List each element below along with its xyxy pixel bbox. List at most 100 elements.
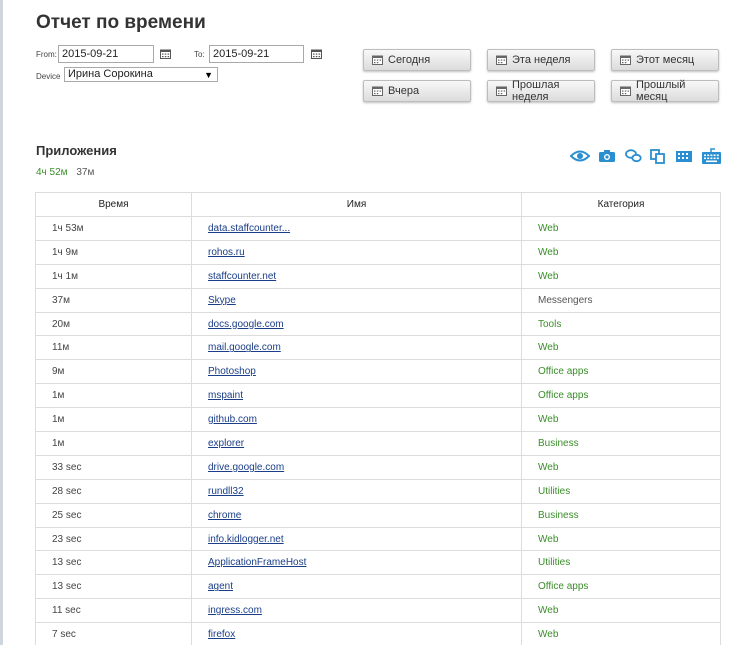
table-row: 13 sec ApplicationFrameHost Utilities: [35, 550, 721, 576]
cell-time: 1ч 53м: [35, 216, 192, 241]
cell-name: ApplicationFrameHost: [191, 550, 522, 576]
last-week-button[interactable]: Прошлая неделя: [487, 79, 595, 103]
applications-table: Время Имя Категория 1ч 53м data.staffcoun…: [35, 192, 721, 645]
app-name-link[interactable]: github.com: [208, 414, 257, 425]
app-name-link[interactable]: rohos.ru: [208, 247, 245, 258]
from-label: From:: [36, 50, 57, 59]
cell-category: Tools: [521, 311, 721, 337]
cell-time: 11 sec: [35, 598, 192, 624]
to-label: To:: [194, 50, 205, 59]
table-row: 23 sec info.kidlogger.net Web: [35, 526, 721, 552]
calendar-icon: [372, 55, 383, 65]
table-row: 1ч 53м data.staffcounter... Web: [35, 216, 721, 241]
totals: 4ч 52м 37м: [36, 167, 94, 178]
left-edge-rule: [0, 0, 3, 645]
app-name-link[interactable]: ApplicationFrameHost: [208, 557, 306, 568]
column-header-category[interactable]: Категория: [521, 192, 721, 217]
cell-name: chrome: [191, 502, 522, 528]
app-name-link[interactable]: info.kidlogger.net: [208, 534, 284, 545]
app-name-link[interactable]: drive.google.com: [208, 462, 284, 473]
app-name-link[interactable]: chrome: [208, 510, 241, 521]
app-name-link[interactable]: Photoshop: [208, 366, 256, 377]
cell-time: 1ч 1м: [35, 263, 192, 289]
app-name-link[interactable]: Skype: [208, 295, 236, 306]
total-active-time: 4ч 52м: [36, 167, 68, 178]
cell-name: agent: [191, 574, 522, 600]
app-name-link[interactable]: docs.google.com: [208, 319, 284, 330]
copy-icon[interactable]: [650, 148, 666, 164]
app-name-link[interactable]: explorer: [208, 438, 244, 449]
cell-time: 33 sec: [35, 454, 192, 480]
yesterday-button-label: Вчера: [388, 85, 420, 97]
calendar-icon[interactable]: [160, 49, 171, 59]
app-name-link[interactable]: firefox: [208, 629, 235, 640]
calendar-icon[interactable]: [311, 49, 322, 59]
page-title: Отчет по времени: [36, 12, 206, 33]
chat-icon[interactable]: [624, 149, 642, 163]
cell-name: explorer: [191, 431, 522, 456]
cell-category: Web: [521, 598, 721, 624]
last-month-button[interactable]: Прошлый месяц: [611, 79, 719, 103]
table-row: 9м Photoshop Office apps: [35, 359, 721, 385]
cell-category: Web: [521, 335, 721, 361]
cell-category: Office apps: [521, 383, 721, 409]
app-name-link[interactable]: rundll32: [208, 486, 244, 497]
calendar-icon: [496, 55, 507, 65]
cell-time: 1м: [35, 431, 192, 456]
cell-category: Web: [521, 454, 721, 480]
device-select[interactable]: Ирина Сорокина ▼: [64, 67, 218, 82]
app-name-link[interactable]: data.staffcounter...: [208, 223, 290, 234]
table-row: 1м explorer Business: [35, 431, 721, 456]
device-select-value: Ирина Сорокина: [68, 68, 153, 80]
eye-icon[interactable]: [570, 150, 590, 162]
table-row: 1м mspaint Office apps: [35, 383, 721, 409]
cell-name: rohos.ru: [191, 239, 522, 265]
cell-name: staffcounter.net: [191, 263, 522, 289]
from-date-input[interactable]: [58, 45, 154, 63]
this-week-button[interactable]: Эта неделя: [487, 49, 595, 71]
app-name-link[interactable]: staffcounter.net: [208, 271, 276, 282]
cell-time: 13 sec: [35, 550, 192, 576]
app-name-link[interactable]: ingress.com: [208, 605, 262, 616]
to-date-input[interactable]: [209, 45, 304, 63]
column-header-time[interactable]: Время: [35, 192, 192, 217]
cell-time: 37м: [35, 287, 192, 313]
cell-time: 1м: [35, 383, 192, 409]
total-other-time: 37м: [76, 167, 95, 178]
yesterday-button[interactable]: Вчера: [363, 80, 471, 102]
cell-category: Office apps: [521, 574, 721, 600]
cell-name: docs.google.com: [191, 311, 522, 337]
app-name-link[interactable]: mail.google.com: [208, 342, 281, 353]
app-name-link[interactable]: agent: [208, 581, 233, 592]
keyboard-icon[interactable]: [701, 147, 722, 165]
cell-category: Messengers: [521, 287, 721, 313]
cell-category: Web: [521, 622, 721, 645]
last-month-button-label: Прошлый месяц: [636, 79, 686, 103]
table-row: 25 sec chrome Business: [35, 502, 721, 528]
view-toolbar: [570, 146, 722, 166]
today-button[interactable]: Сегодня: [363, 49, 471, 71]
table-row: 11м mail.google.com Web: [35, 335, 721, 361]
table-row: 33 sec drive.google.com Web: [35, 454, 721, 480]
cell-category: Business: [521, 431, 721, 456]
this-month-button[interactable]: Этот месяц: [611, 49, 719, 71]
device-label: Device: [36, 72, 61, 81]
app-name-link[interactable]: mspaint: [208, 390, 243, 401]
today-button-label: Сегодня: [388, 54, 431, 66]
camera-icon[interactable]: [598, 149, 616, 163]
calendar-icon: [496, 86, 507, 96]
last-week-button-label: Прошлая неделя: [512, 79, 560, 103]
cell-category: Utilities: [521, 550, 721, 576]
cell-category: Business: [521, 502, 721, 528]
cell-name: ingress.com: [191, 598, 522, 624]
cell-time: 28 sec: [35, 478, 192, 504]
grid-icon[interactable]: [675, 149, 693, 163]
cell-category: Office apps: [521, 359, 721, 385]
calendar-icon: [620, 55, 631, 65]
cell-category: Web: [521, 239, 721, 265]
cell-category: Web: [521, 407, 721, 433]
table-row: 1ч 9м rohos.ru Web: [35, 239, 721, 265]
cell-category: Web: [521, 216, 721, 241]
column-header-name[interactable]: Имя: [191, 192, 522, 217]
table-row: 20м docs.google.com Tools: [35, 311, 721, 337]
